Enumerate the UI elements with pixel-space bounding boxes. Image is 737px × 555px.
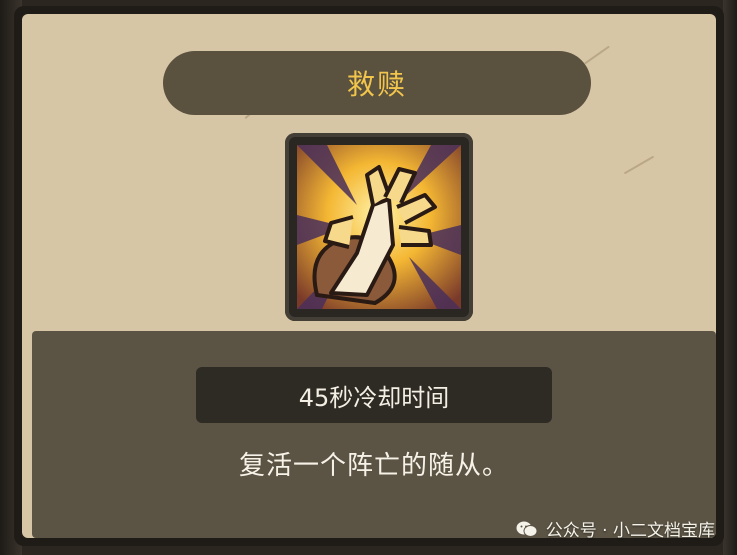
watermark-text: 公众号 · 小二文档宝库 (545, 521, 715, 541)
ability-tooltip-panel: 救赎 45秒冷却时间 复活一个阵亡的随从。 (14, 6, 724, 546)
ability-title-bar: 救赎 (163, 51, 591, 115)
ability-title: 救赎 (346, 68, 407, 101)
cooldown-label: 45秒冷却时间 (298, 383, 450, 412)
watermark: 公众号 · 小二文档宝库 (516, 516, 715, 541)
parchment-crack (584, 45, 610, 65)
parchment-crack (623, 155, 655, 175)
ability-description-panel: 45秒冷却时间 复活一个阵亡的随从。 (32, 331, 716, 538)
ability-icon-frame (285, 133, 473, 321)
background-right-edge (723, 0, 737, 555)
rising-hand-icon (297, 145, 461, 309)
ability-description: 复活一个阵亡的随从。 (238, 451, 509, 481)
parchment-card: 救赎 45秒冷却时间 复活一个阵亡的随从。 (22, 14, 716, 538)
wechat-logo-icon (516, 521, 538, 537)
cooldown-bar: 45秒冷却时间 (196, 367, 552, 423)
